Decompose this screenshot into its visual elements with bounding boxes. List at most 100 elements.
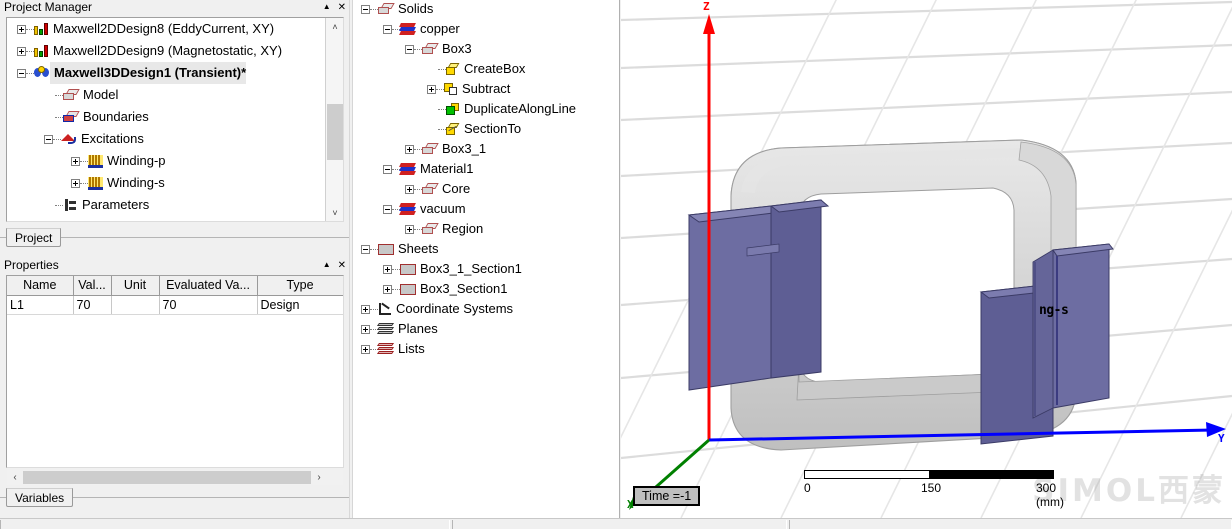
properties-tabstrip: Variables [0,488,350,508]
collapse-caret-icon[interactable]: ▲ [323,260,331,270]
collapse-icon[interactable] [405,44,414,54]
tree-item-model[interactable]: Model [7,84,324,106]
time-indicator[interactable]: Time =-1 [633,486,701,506]
collapse-icon[interactable] [383,24,392,34]
collapse-caret-icon[interactable]: ▲ [323,2,331,12]
tree-connector [392,288,400,290]
scroll-left-arrow-icon[interactable]: ‹ [7,470,23,485]
expand-icon[interactable] [405,144,414,154]
expand-icon[interactable] [71,178,80,188]
tree-item-label: Lists [398,341,425,356]
tree-item-vacuum[interactable]: vacuum [359,199,619,219]
boundaries-icon [63,111,80,123]
cell-name[interactable]: L1 [7,295,74,315]
axis-label-y: Y [1218,432,1225,445]
table-row[interactable]: L1 70 70 Design [7,295,343,315]
scroll-right-arrow-icon[interactable]: › [311,470,327,485]
tree-item-lists[interactable]: Lists [359,339,619,359]
expand-icon[interactable] [17,24,26,34]
tree-item-core[interactable]: Core [359,179,619,199]
expand-icon[interactable] [361,324,370,334]
excitations-icon [61,133,77,145]
tree-item-box3-1-section1[interactable]: Box3_1_Section1 [359,259,619,279]
tree-item-box3-section1[interactable]: Box3_Section1 [359,279,619,299]
tree-item-solids[interactable]: Solids [359,0,619,19]
project-tree-vertical-scrollbar[interactable]: ˄ ˅ [325,18,343,221]
expand-icon[interactable] [427,84,436,94]
tree-item-winding-p[interactable]: Winding-p [7,150,324,172]
column-header-name[interactable]: Name [7,276,74,296]
expand-icon[interactable] [361,344,370,354]
expand-icon[interactable] [405,184,414,194]
tree-item-label: Excitations [81,131,144,146]
collapse-icon[interactable] [383,204,392,214]
tree-item-maxwell2ddesign8-eddycurrent-xy[interactable]: Maxwell2DDesign8 (EddyCurrent, XY) [7,18,324,40]
tree-item-sectionto[interactable]: SectionTo [359,119,619,139]
tree-item-parameters[interactable]: Parameters [7,194,324,216]
properties-horizontal-scrollbar[interactable]: ‹ › [7,470,343,485]
cell-evaluated-value[interactable]: 70 [159,295,258,315]
project-tree-panel: Maxwell2DDesign8 (EddyCurrent, XY) Maxwel… [6,17,344,222]
tree-connector [53,138,61,140]
status-segment-1 [0,520,450,529]
tree-item-winding-s[interactable]: Winding-s [7,172,324,194]
expand-icon[interactable] [361,304,370,314]
tree-item-box3-1[interactable]: Box3_1 [359,139,619,159]
tree-item-coordinate-systems[interactable]: Coordinate Systems [359,299,619,319]
tree-connector [414,148,422,150]
collapse-icon[interactable] [44,134,53,144]
tree-connector [370,8,378,10]
lists-icon [376,343,395,355]
tree-item-label: Subtract [462,81,511,96]
tree-item-maxwell3ddesign1-transient[interactable]: Maxwell3DDesign1 (Transient)* [7,62,324,84]
collapse-icon[interactable] [361,244,370,254]
tree-item-copper[interactable]: copper [359,19,619,39]
tree-connector [414,48,422,50]
coordinate-systems-icon [378,302,392,316]
material-stack-icon [399,22,416,36]
tree-item-subtract[interactable]: Subtract [359,79,619,99]
tree-connector [55,94,63,96]
column-header-value[interactable]: Val... [73,276,112,296]
tab-variables[interactable]: Variables [6,488,74,507]
tree-item-label: Box3_Section1 [420,281,508,296]
expand-icon[interactable] [383,264,392,274]
cell-unit[interactable] [111,295,160,315]
tree-item-createbox[interactable]: CreateBox [359,59,619,79]
expand-icon[interactable] [71,156,80,166]
scroll-down-arrow-icon[interactable]: ˅ [326,204,343,221]
cell-type[interactable]: Design [257,295,343,315]
column-header-evaluated-value[interactable]: Evaluated Va... [159,276,258,296]
tree-item-planes[interactable]: Planes [359,319,619,339]
tree-item-duplicatealongline[interactable]: DuplicateAlongLine [359,99,619,119]
tree-item-box3[interactable]: Box3 [359,39,619,59]
column-header-type[interactable]: Type [257,276,343,296]
tree-item-region[interactable]: Region [359,219,619,239]
collapse-icon[interactable] [383,164,392,174]
design-3d-icon [34,66,50,80]
scrollbar-thumb[interactable] [23,471,311,484]
close-icon[interactable]: ✕ [338,2,346,13]
close-icon[interactable]: ✕ [338,260,346,271]
scrollbar-thumb[interactable] [327,104,343,160]
create-box-icon [446,62,460,76]
cell-value[interactable]: 70 [73,295,112,315]
collapse-icon[interactable] [17,68,26,78]
tab-project[interactable]: Project [6,228,62,247]
tree-item-maxwell2ddesign9-magnetostatic-xy[interactable]: Maxwell2DDesign9 (Magnetostatic, XY) [7,40,324,62]
tree-item-material1[interactable]: Material1 [359,159,619,179]
expand-icon[interactable] [405,224,414,234]
tree-connector [438,128,446,130]
3d-viewport[interactable]: Z Y X ng-s SIMOL西蒙 Time =-1 0 150 300 (m… [621,0,1232,518]
tree-connector [55,204,63,206]
tree-item-sheets[interactable]: Sheets [359,239,619,259]
column-header-unit[interactable]: Unit [111,276,160,296]
expand-icon[interactable] [17,46,26,56]
scroll-up-arrow-icon[interactable]: ˄ [326,18,343,35]
tree-connector [392,268,400,270]
collapse-icon[interactable] [361,4,370,14]
tree-item-excitations[interactable]: Excitations [7,128,324,150]
section-to-icon [446,122,460,136]
tree-item-boundaries[interactable]: Boundaries [7,106,324,128]
expand-icon[interactable] [383,284,392,294]
